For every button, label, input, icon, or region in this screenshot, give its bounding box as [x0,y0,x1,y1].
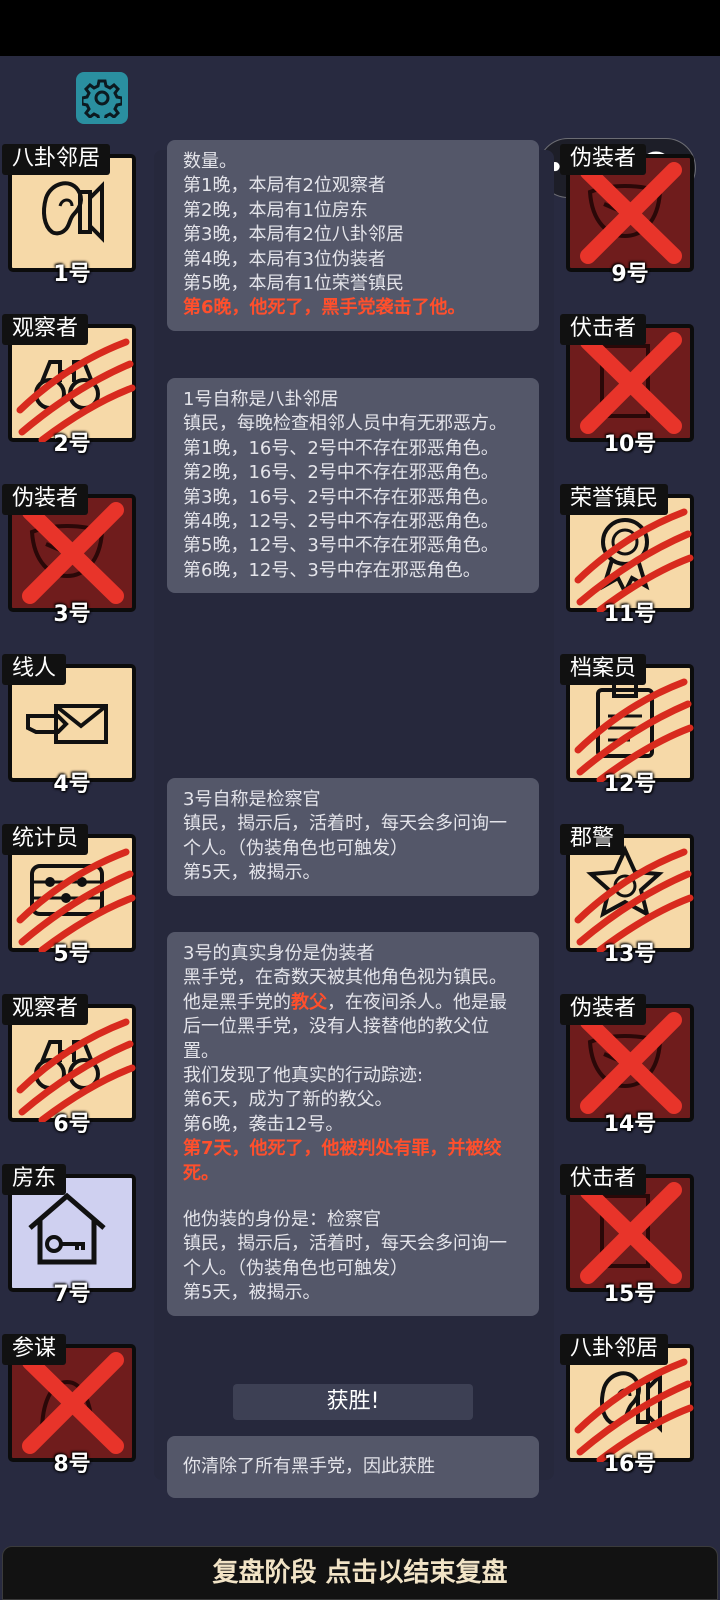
player-card-3号[interactable]: 伪装者 3号 [2,484,142,627]
player-number: 14号 [603,1112,657,1137]
log-message-player3-reveal: 3号的真实身份是伪装者 黑手党，在奇数天被其他角色视为镇民。 他是黑手党的教父，… [167,932,539,1316]
player-role-label: 伏击者 [560,314,647,345]
log-message-role-count: 数量。 第1晚，本局有2位观察者 第2晚，本局有1位房东 第3晚，本局有2位八卦… [167,140,539,331]
player-card-9号[interactable]: 伪装者 9号 [560,144,700,287]
log-line: 第3晚，本局有2位八卦邻居 [183,224,404,246]
player-card-14号[interactable]: 伪装者 14号 [560,994,700,1137]
log-line: 第5晚，12号、3号中不存在邪恶角色。 [183,535,499,557]
player-number: 13号 [603,942,657,967]
log-line: 第4晚，本局有3位伪装者 [183,248,386,270]
log-text: 他是黑手党的 [183,991,291,1013]
player-number: 5号 [53,942,91,967]
player-role-label: 参谋 [2,1334,67,1365]
player-role-label: 郡警 [560,824,625,855]
log-line: 第5天，被揭示。 [183,1282,321,1304]
player-number: 10号 [603,432,657,457]
log-message-victory: 你清除了所有黑手党，因此获胜 [167,1436,539,1498]
log-line: 第3晚，16号、2号中不存在邪恶角色。 [183,486,499,508]
log-line: 3号自称是检察官 [183,789,321,810]
log-line: 我们发现了他真实的行动踪迹: [183,1065,424,1087]
player-card-12号[interactable]: 档案员 12号 [560,654,700,797]
player-number: 1号 [53,262,91,287]
player-number: 12号 [603,772,657,797]
player-role-label: 统计员 [2,824,89,855]
log-line: 第6晚，袭击12号。 [183,1113,344,1135]
victory-label: 获胜! [233,1384,473,1420]
log-line: 镇民，揭示后，活着时，每天会多问询一个人。（伪装角色也可触发） [183,1233,507,1279]
log-line: 第6晚，12号、3号中存在邪恶角色。 [183,559,481,581]
log-line: 镇民，每晚检查相邻人员中有无邪恶方。 [183,413,507,435]
log-line: 数量。 [183,151,237,172]
log-line: 镇民，揭示后，活着时，每天会多问询一个人。（伪装角色也可触发） [183,813,507,859]
player-role-label: 线人 [2,654,67,685]
end-review-button[interactable]: 复盘阶段 点击以结束复盘 [2,1546,718,1600]
log-line: 第1晚，16号、2号中不存在邪恶角色。 [183,437,499,459]
player-role-label: 观察者 [2,314,89,345]
log-line: 第4晚，12号、2号中不存在邪恶角色。 [183,511,499,533]
player-card-11号[interactable]: 荣誉镇民 11号 [560,484,700,627]
log-line: 第5天，被揭示。 [183,862,321,884]
log-line: 第5晚，本局有1位荣誉镇民 [183,273,404,295]
player-card-6号[interactable]: 观察者 6号 [2,994,142,1137]
player-number: 9号 [611,262,649,287]
keyword-godfather: 教父 [291,991,327,1013]
gear-icon [82,79,122,118]
log-line: 第2晚，16号、2号中不存在邪恶角色。 [183,462,499,484]
hand-envelope-icon [22,672,112,768]
player-role-label: 观察者 [2,994,89,1025]
player-number: 4号 [53,772,91,797]
ear-speaker-icon [22,162,112,258]
player-number: 11号 [603,602,657,627]
player-number: 3号 [53,602,91,627]
log-line: 他伪装的身份是：检察官 [183,1209,381,1231]
player-card-2号[interactable]: 观察者 2号 [2,314,142,457]
player-card-15号[interactable]: 伏击者 15号 [560,1164,700,1307]
player-role-label: 伏击者 [560,1164,647,1195]
log-message-player3-claim: 3号自称是检察官 镇民，揭示后，活着时，每天会多问询一个人。（伪装角色也可触发）… [167,778,539,896]
log-line: 第2晚，本局有1位房东 [183,199,368,221]
player-card-5号[interactable]: 统计员 5号 [2,824,142,967]
player-number: 2号 [53,432,91,457]
player-number: 15号 [603,1282,657,1307]
player-role-label: 伪装者 [2,484,89,515]
log-line: 第6天，成为了新的教父。 [183,1089,393,1111]
player-card-7号[interactable]: 房东 7号 [2,1164,142,1307]
log-line: 你清除了所有黑手党，因此获胜 [183,1456,435,1477]
player-card-4号[interactable]: 线人 4号 [2,654,142,797]
log-message-player1: 1号自称是八卦邻居 镇民，每晚检查相邻人员中有无邪恶方。 第1晚，16号、2号中… [167,378,539,594]
status-bar [0,0,720,56]
player-card-16号[interactable]: 八卦邻居 16号 [560,1334,700,1477]
log-line: 1号自称是八卦邻居 [183,389,339,410]
log-line: 他是黑手党的教父，在夜间杀人。他是最后一位黑手党，没有人接替他的教父位置。 [183,991,523,1064]
player-card-1号[interactable]: 八卦邻居 1号 [2,144,142,287]
player-number: 7号 [53,1282,91,1307]
house-key-icon [22,1182,112,1278]
player-role-label: 房东 [2,1164,67,1195]
player-number: 8号 [53,1452,91,1477]
player-number: 16号 [603,1452,657,1477]
player-card-8号[interactable]: 参谋 8号 [2,1334,142,1477]
log-highlight: 第6晚，他死了，黑手党袭击了他。 [183,297,466,319]
player-role-label: 伪装者 [560,994,647,1025]
log-line: 第1晚，本局有2位观察者 [183,175,386,197]
log-line: 3号的真实身份是伪装者 [183,943,375,964]
player-role-label: 伪装者 [560,144,647,175]
player-role-label: 八卦邻居 [560,1334,669,1365]
player-role-label: 八卦邻居 [2,144,111,175]
player-card-13号[interactable]: 郡警 13号 [560,824,700,967]
log-line: 黑手党，在奇数天被其他角色视为镇民。 [183,967,507,989]
player-card-10号[interactable]: 伏击者 10号 [560,314,700,457]
settings-button[interactable] [76,72,128,124]
player-number: 6号 [53,1112,91,1137]
log-highlight: 第7天，他死了，他被判处有罪，并被绞死。 [183,1138,502,1184]
player-role-label: 荣誉镇民 [560,484,669,515]
player-role-label: 档案员 [560,654,647,685]
